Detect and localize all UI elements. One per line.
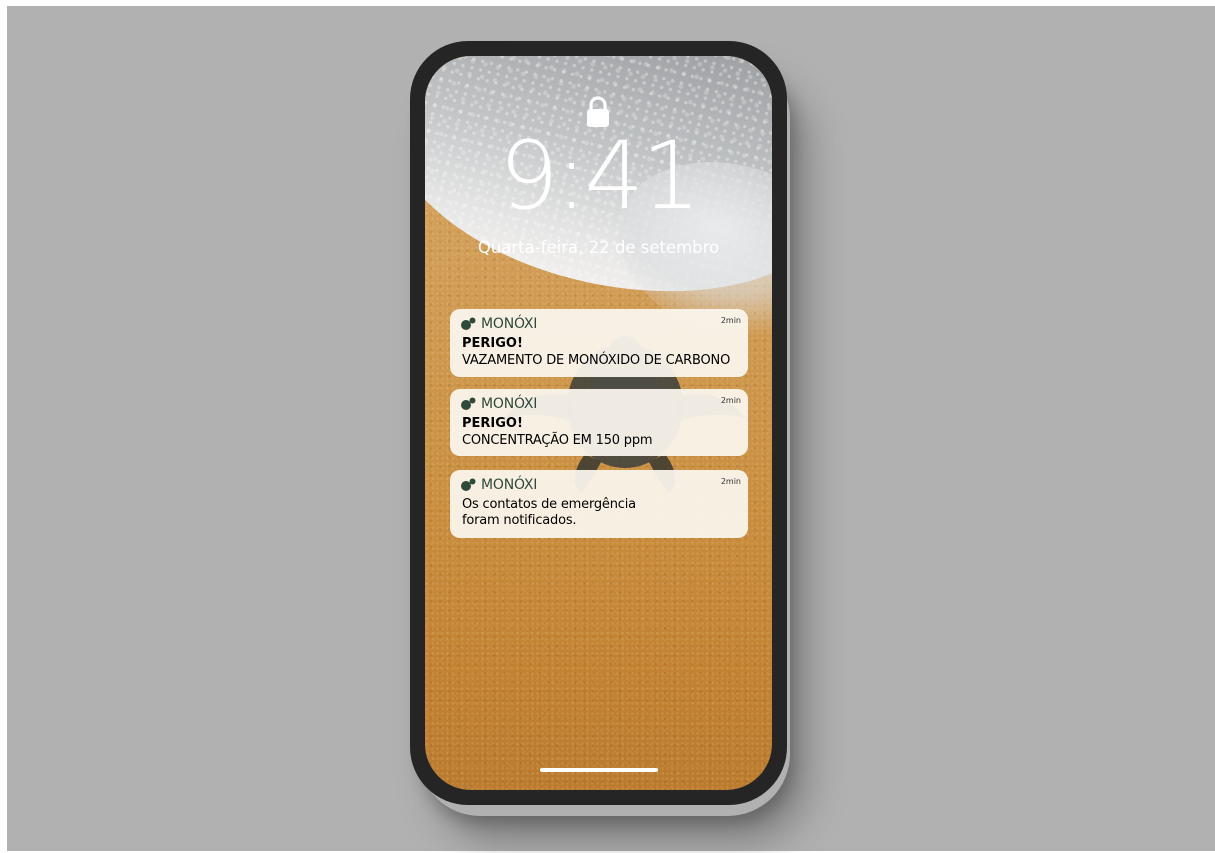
notification-title: PERIGO! bbox=[462, 336, 523, 351]
notification-time: 2min bbox=[720, 316, 741, 325]
notification-time: 2min bbox=[720, 477, 741, 486]
monoxi-app-icon bbox=[461, 317, 476, 330]
notification-card[interactable]: MONÓXI 2min PERIGO! VAZAMENTO DE MONÓXID… bbox=[450, 309, 748, 377]
lock-time: 9:41 bbox=[498, 122, 701, 231]
lock-date: Quarta-feira, 22 de setembro bbox=[477, 238, 720, 257]
lock-screen: 9:41 Quarta-feira, 22 de setembro MONÓXI… bbox=[425, 56, 772, 790]
notification-title: PERIGO! bbox=[462, 416, 523, 431]
notification-app-name: MONÓXI bbox=[481, 477, 538, 493]
monoxi-app-icon bbox=[461, 397, 476, 410]
notification-header: MONÓXI bbox=[460, 315, 537, 333]
notification-body: VAZAMENTO DE MONÓXIDO DE CARBONO bbox=[462, 353, 731, 368]
notification-header: MONÓXI bbox=[460, 395, 537, 413]
notification-card[interactable]: MONÓXI 2min Os contatos de emergência fo… bbox=[450, 470, 748, 538]
notification-body-line-2: foram notificados. bbox=[462, 513, 577, 528]
notification-header: MONÓXI bbox=[460, 476, 537, 494]
notification-time: 2min bbox=[720, 396, 741, 405]
notification-body: CONCENTRAÇÃO EM 150 ppm bbox=[462, 433, 653, 448]
phone-frame: 9:41 Quarta-feira, 22 de setembro MONÓXI… bbox=[410, 41, 787, 805]
notification-body-line-1: Os contatos de emergência bbox=[462, 497, 636, 512]
notification-app-name: MONÓXI bbox=[481, 316, 538, 332]
notification-app-name: MONÓXI bbox=[481, 396, 538, 412]
monoxi-app-icon bbox=[461, 478, 476, 491]
notification-card[interactable]: MONÓXI 2min PERIGO! CONCENTRAÇÃO EM 150 … bbox=[450, 389, 748, 456]
home-indicator[interactable] bbox=[540, 768, 658, 772]
